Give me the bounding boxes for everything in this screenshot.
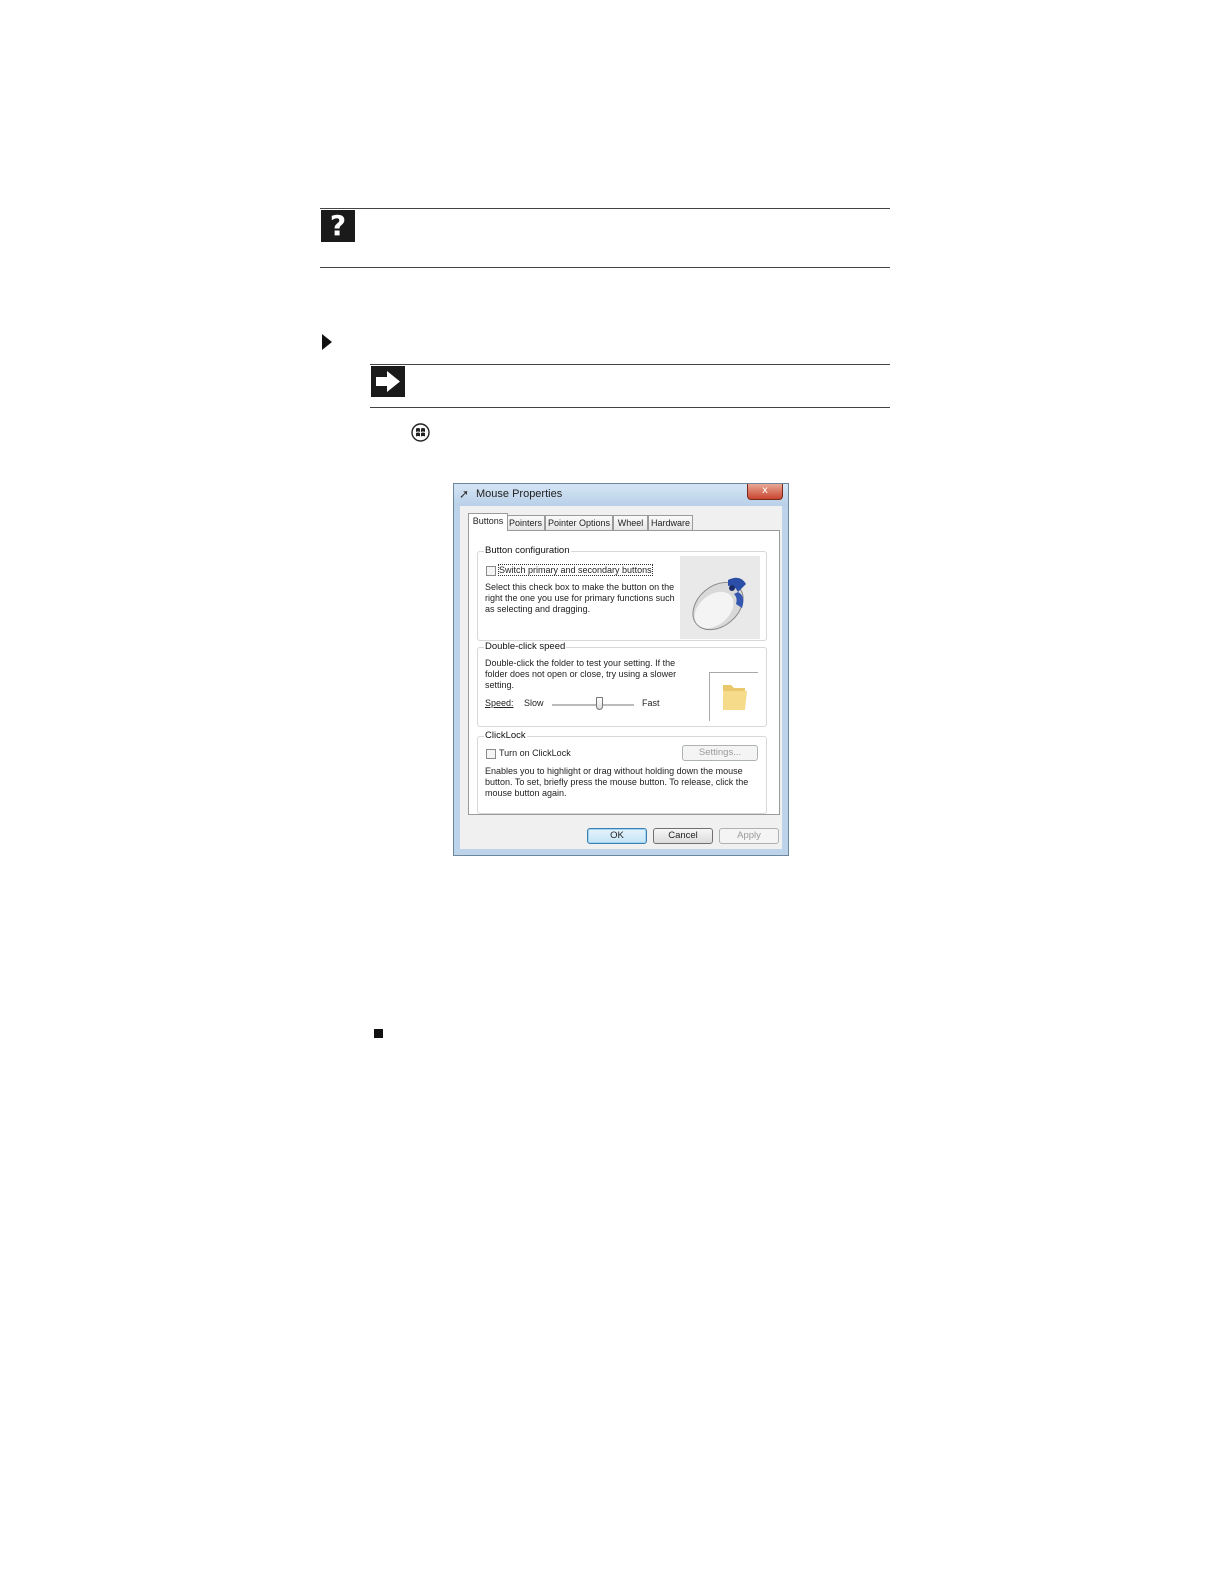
clicklock-label[interactable]: Turn on ClickLock xyxy=(499,748,571,758)
mouse-properties-dialog: ➚ Mouse Properties x Buttons Pointers Po… xyxy=(453,483,789,856)
tab-buttons[interactable]: Buttons xyxy=(468,513,508,531)
switch-buttons-label[interactable]: Switch primary and secondary buttons xyxy=(498,564,653,576)
close-button[interactable]: x xyxy=(747,484,783,500)
switch-buttons-checkbox[interactable] xyxy=(486,566,496,576)
speed-slider-track[interactable] xyxy=(552,704,634,707)
mouse-properties-icon: ➚ xyxy=(459,487,470,501)
double-click-description: Double-click the folder to test your set… xyxy=(485,658,677,690)
clicklock-description: Enables you to highlight or drag without… xyxy=(485,766,749,798)
folder-icon[interactable] xyxy=(710,673,758,721)
ok-button[interactable]: OK xyxy=(587,828,647,844)
speed-label: Speed: xyxy=(485,698,514,708)
triangle-bullet-icon xyxy=(322,334,332,350)
help-box-top-rule xyxy=(320,208,890,209)
button-configuration-description: Select this check box to make the button… xyxy=(485,582,675,614)
button-configuration-legend: Button configuration xyxy=(484,545,571,556)
clicklock-legend: ClickLock xyxy=(484,730,527,741)
double-click-speed-group: Double-click speed Double-click the fold… xyxy=(477,641,767,727)
mouse-illustration xyxy=(680,556,760,639)
slow-label: Slow xyxy=(524,698,544,708)
shortcut-box-bottom-rule xyxy=(370,407,890,408)
help-question-icon: ? xyxy=(321,210,355,242)
arrow-right-icon xyxy=(371,366,405,397)
tab-pointer-options[interactable]: Pointer Options xyxy=(545,515,613,530)
windows-start-icon xyxy=(411,423,430,442)
clicklock-group: ClickLock Turn on ClickLock Settings... … xyxy=(477,730,767,814)
dialog-titlebar[interactable]: ➚ Mouse Properties x xyxy=(454,484,788,506)
double-click-legend: Double-click speed xyxy=(484,641,567,652)
clicklock-checkbox[interactable] xyxy=(486,749,496,759)
apply-button[interactable]: Apply xyxy=(719,828,779,844)
clicklock-settings-button[interactable]: Settings... xyxy=(682,745,758,761)
tab-pointers[interactable]: Pointers xyxy=(506,515,545,530)
cancel-button[interactable]: Cancel xyxy=(653,828,713,844)
buttons-tab-panel: Button configuration Switch primary and … xyxy=(468,530,780,815)
dialog-client: Buttons Pointers Pointer Options Wheel H… xyxy=(460,506,782,849)
dialog-title: Mouse Properties xyxy=(476,488,563,500)
speed-slider-thumb[interactable] xyxy=(596,697,604,710)
test-folder-area[interactable] xyxy=(709,672,758,721)
shortcut-box-top-rule xyxy=(370,364,890,365)
tab-wheel[interactable]: Wheel xyxy=(613,515,648,530)
help-box-bottom-rule xyxy=(320,267,890,268)
end-square-icon xyxy=(374,1029,383,1038)
fast-label: Fast xyxy=(642,698,660,708)
button-configuration-group: Button configuration Switch primary and … xyxy=(477,545,767,641)
mouse-icon xyxy=(692,577,746,631)
tab-hardware[interactable]: Hardware xyxy=(648,515,693,530)
